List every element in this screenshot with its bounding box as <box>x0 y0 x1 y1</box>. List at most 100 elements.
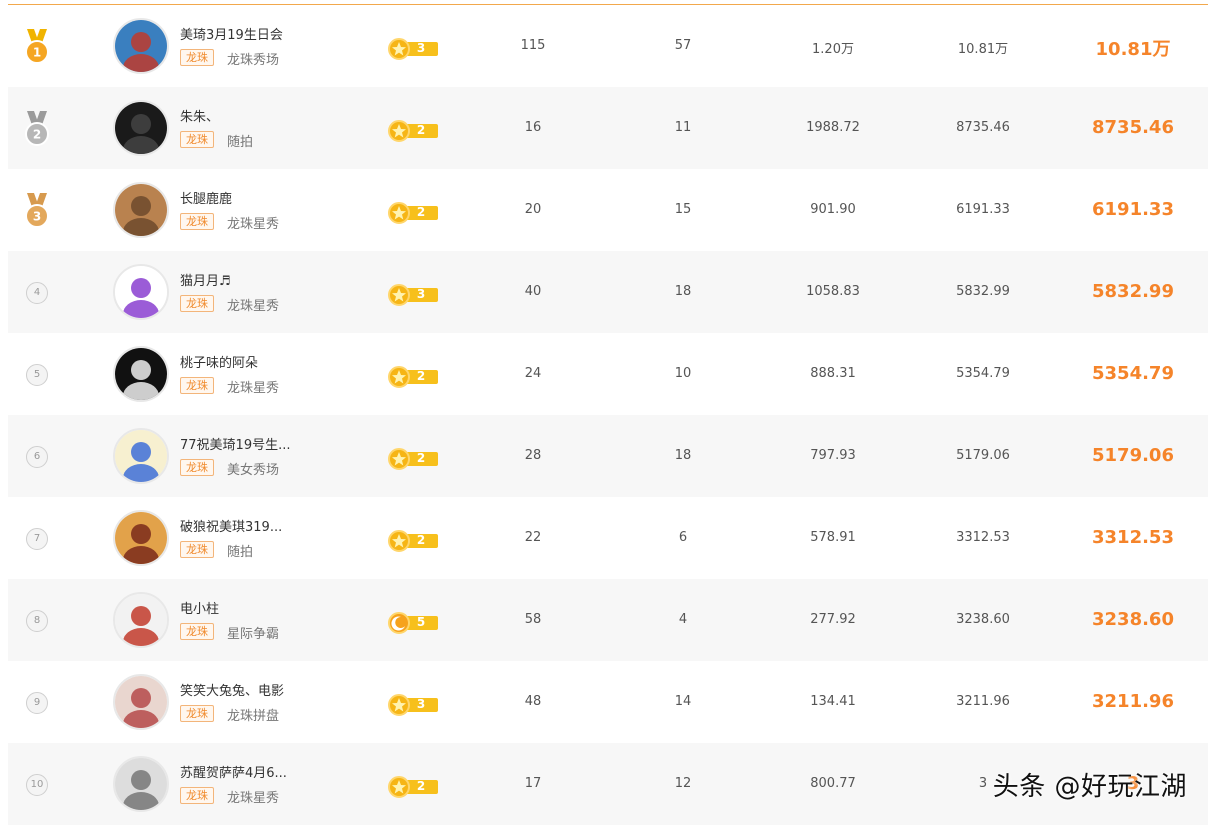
stat-col-3: 797.93 <box>810 448 856 463</box>
level-number: 2 <box>416 369 426 383</box>
rank-number: 8 <box>26 610 48 632</box>
stat-col-2: 57 <box>674 38 692 53</box>
total-score: 3312.53 <box>1092 527 1174 548</box>
total-score: 5832.99 <box>1092 281 1174 302</box>
table-row[interactable]: 7 破狼祝美琪319... 龙珠 随拍 2 22 6 578.91 3312.5… <box>8 497 1208 579</box>
stat-col-2: 11 <box>674 120 692 135</box>
rank-number: 10 <box>26 774 48 796</box>
stat-col-1: 20 <box>524 202 542 217</box>
total-score: 10.81万 <box>1095 39 1171 60</box>
category-label[interactable]: 龙珠秀场 <box>227 49 279 68</box>
stat-col-1: 22 <box>524 530 542 545</box>
anchor-name[interactable]: 长腿鹿鹿 <box>180 188 232 207</box>
stat-col-4: 10.81万 <box>957 42 1009 57</box>
medal-rank: 3 <box>33 210 41 224</box>
rank-number: 7 <box>26 528 48 550</box>
table-row[interactable]: 8 电小柱 龙珠 星际争霸 5 58 4 277.92 3238.60 3238… <box>8 579 1208 661</box>
avatar[interactable] <box>113 510 169 566</box>
avatar[interactable] <box>113 264 169 320</box>
avatar[interactable] <box>113 428 169 484</box>
table-row[interactable]: 4 猫月月♬ 龙珠 龙珠星秀 3 40 18 1058.83 5832.99 5… <box>8 251 1208 333</box>
platform-tag: 龙珠 <box>180 377 214 394</box>
table-row[interactable]: 5 桃子味的阿朵 龙珠 龙珠星秀 2 24 10 888.31 5354.79 … <box>8 333 1208 415</box>
avatar[interactable] <box>113 592 169 648</box>
level-badge: 2 <box>388 776 438 798</box>
category-label[interactable]: 龙珠星秀 <box>227 295 279 314</box>
total-score: 3211.96 <box>1092 691 1174 712</box>
avatar[interactable] <box>113 18 169 74</box>
total-score: 5354.79 <box>1092 363 1174 384</box>
rank-number: 4 <box>26 282 48 304</box>
stat-col-1: 28 <box>524 448 542 463</box>
stat-col-4: 3312.53 <box>956 530 1010 545</box>
table-row[interactable]: 3 长腿鹿鹿 龙珠 龙珠星秀 2 20 15 901.90 6191.33 61… <box>8 169 1208 251</box>
anchor-name[interactable]: 电小柱 <box>180 598 219 617</box>
stat-col-3: 800.77 <box>810 776 856 791</box>
anchor-name[interactable]: 桃子味的阿朵 <box>180 352 258 371</box>
stat-col-3: 134.41 <box>810 694 856 709</box>
stat-col-3: 1.20万 <box>812 42 854 57</box>
level-badge: 3 <box>388 284 438 306</box>
level-badge: 3 <box>388 694 438 716</box>
platform-tag: 龙珠 <box>180 131 214 148</box>
stat-col-3: 888.31 <box>810 366 856 381</box>
table-row[interactable]: 6 77祝美琦19号生... 龙珠 美女秀场 2 28 18 797.93 51… <box>8 415 1208 497</box>
anchor-name[interactable]: 朱朱、 <box>180 106 219 125</box>
category-label[interactable]: 龙珠星秀 <box>227 787 279 806</box>
avatar[interactable] <box>113 756 169 812</box>
avatar[interactable] <box>113 182 169 238</box>
stat-col-2: 18 <box>674 284 692 299</box>
table-row[interactable]: 1 美琦3月19生日会 龙珠 龙珠秀场 3 115 57 1.20万 10.81… <box>8 5 1208 87</box>
category-label[interactable]: 随拍 <box>227 541 253 560</box>
category-label[interactable]: 龙珠拼盘 <box>227 705 279 724</box>
total-score: 5179.06 <box>1092 445 1174 466</box>
avatar[interactable] <box>113 346 169 402</box>
total-score: 6191.33 <box>1092 199 1174 220</box>
rank-number: 9 <box>26 692 48 714</box>
stat-col-1: 17 <box>524 776 542 791</box>
stat-col-1: 40 <box>524 284 542 299</box>
platform-tag: 龙珠 <box>180 541 214 558</box>
level-number: 2 <box>416 205 426 219</box>
level-badge: 5 <box>388 612 438 634</box>
anchor-name[interactable]: 苏醒贺萨萨4月6... <box>180 762 287 781</box>
anchor-name[interactable]: 77祝美琦19号生... <box>180 434 290 453</box>
stat-col-2: 6 <box>678 530 688 545</box>
platform-tag: 龙珠 <box>180 623 214 640</box>
rank-number: 5 <box>26 364 48 386</box>
rank-number: 6 <box>26 446 48 468</box>
table-row[interactable]: 9 笑笑大兔兔、电影 龙珠 龙珠拼盘 3 48 14 134.41 3211.9… <box>8 661 1208 743</box>
medal-icon: 1 <box>22 27 52 65</box>
stat-col-1: 16 <box>524 120 542 135</box>
medal-icon: 2 <box>22 109 52 147</box>
table-row[interactable]: 2 朱朱、 龙珠 随拍 2 16 11 1988.72 8735.46 8735… <box>8 87 1208 169</box>
stat-col-4: 5179.06 <box>956 448 1010 463</box>
level-number: 3 <box>416 287 426 301</box>
stat-col-3: 578.91 <box>810 530 856 545</box>
anchor-name[interactable]: 破狼祝美琪319... <box>180 516 282 535</box>
category-label[interactable]: 美女秀场 <box>227 459 279 478</box>
anchor-name[interactable]: 猫月月♬ <box>180 270 231 289</box>
category-label[interactable]: 随拍 <box>227 131 253 150</box>
level-number: 2 <box>416 123 426 137</box>
stat-col-4: 8735.46 <box>956 120 1010 135</box>
avatar[interactable] <box>113 674 169 730</box>
anchor-name[interactable]: 美琦3月19生日会 <box>180 24 283 43</box>
stat-col-2: 4 <box>678 612 688 627</box>
level-badge: 2 <box>388 202 438 224</box>
category-label[interactable]: 龙珠星秀 <box>227 377 279 396</box>
platform-tag: 龙珠 <box>180 213 214 230</box>
stat-col-2: 12 <box>674 776 692 791</box>
level-number: 2 <box>416 533 426 547</box>
avatar[interactable] <box>113 100 169 156</box>
level-badge: 2 <box>388 120 438 142</box>
category-label[interactable]: 星际争霸 <box>227 623 279 642</box>
anchor-name[interactable]: 笑笑大兔兔、电影 <box>180 680 284 699</box>
stat-col-4: 6191.33 <box>956 202 1010 217</box>
medal-rank: 2 <box>33 128 41 142</box>
stat-col-2: 18 <box>674 448 692 463</box>
stat-col-1: 48 <box>524 694 542 709</box>
category-label[interactable]: 龙珠星秀 <box>227 213 279 232</box>
level-number: 5 <box>416 615 426 629</box>
level-number: 2 <box>416 451 426 465</box>
